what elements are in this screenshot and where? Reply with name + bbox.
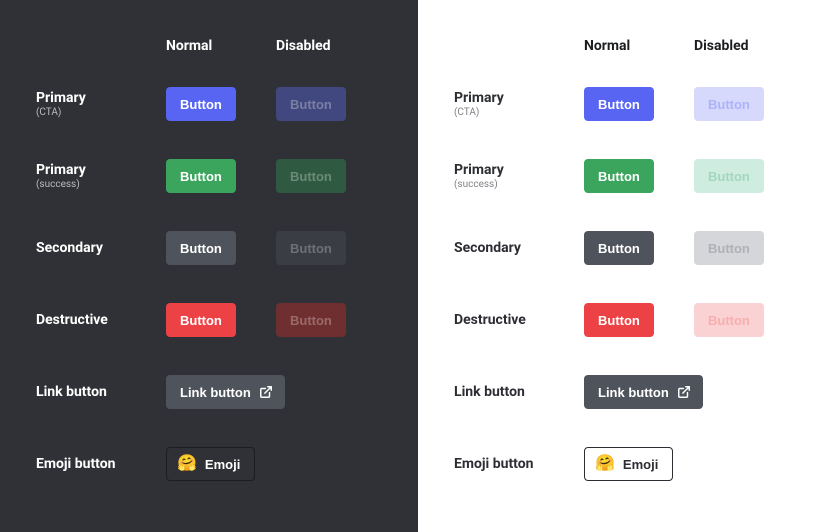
row-label: Secondary [454, 240, 584, 257]
secondary-button-disabled: Button [276, 231, 346, 265]
link-button[interactable]: Link button [584, 375, 703, 409]
row-sublabel: (success) [36, 179, 166, 190]
row-label: Primary [36, 162, 166, 179]
hug-emoji-icon: 🤗 [177, 456, 197, 472]
row-primary-success: Primary (success) Button Button [454, 140, 808, 212]
primary-cta-button-disabled: Button [694, 87, 764, 121]
row-label: Destructive [36, 312, 166, 329]
dark-theme-panel: Normal Disabled Primary (CTA) Button But… [0, 0, 418, 532]
primary-success-button[interactable]: Button [166, 159, 236, 193]
row-emoji: Emoji button 🤗 Emoji [36, 428, 390, 500]
row-link: Link button Link button [36, 356, 390, 428]
row-sublabel: (success) [454, 179, 584, 190]
emoji-button-label: Emoji [205, 457, 240, 472]
row-destructive: Destructive Button Button [36, 284, 390, 356]
row-emoji: Emoji button 🤗 Emoji [454, 428, 808, 500]
row-secondary: Secondary Button Button [454, 212, 808, 284]
hug-emoji-icon: 🤗 [595, 456, 615, 472]
emoji-button[interactable]: 🤗 Emoji [584, 447, 673, 481]
destructive-button[interactable]: Button [166, 303, 236, 337]
primary-success-button-disabled: Button [694, 159, 764, 193]
primary-success-button[interactable]: Button [584, 159, 654, 193]
link-button[interactable]: Link button [166, 375, 285, 409]
row-sublabel: (CTA) [36, 107, 166, 118]
destructive-button[interactable]: Button [584, 303, 654, 337]
col-header-normal: Normal [584, 38, 694, 54]
emoji-button[interactable]: 🤗 Emoji [166, 447, 255, 481]
external-link-icon [259, 385, 273, 399]
destructive-button-disabled: Button [694, 303, 764, 337]
row-label: Emoji button [36, 456, 166, 473]
primary-cta-button[interactable]: Button [166, 87, 236, 121]
col-header-disabled: Disabled [694, 38, 804, 54]
column-headers: Normal Disabled [454, 24, 808, 68]
external-link-icon [677, 385, 691, 399]
col-header-disabled: Disabled [276, 38, 386, 54]
col-header-normal: Normal [166, 38, 276, 54]
primary-success-button-disabled: Button [276, 159, 346, 193]
row-label: Link button [36, 384, 166, 401]
emoji-button-label: Emoji [623, 457, 658, 472]
row-label: Primary [454, 162, 584, 179]
row-link: Link button Link button [454, 356, 808, 428]
row-sublabel: (CTA) [454, 107, 584, 118]
row-label: Secondary [36, 240, 166, 257]
destructive-button-disabled: Button [276, 303, 346, 337]
secondary-button[interactable]: Button [166, 231, 236, 265]
column-headers: Normal Disabled [36, 24, 390, 68]
row-secondary: Secondary Button Button [36, 212, 390, 284]
link-button-label: Link button [180, 385, 251, 400]
primary-cta-button-disabled: Button [276, 87, 346, 121]
row-destructive: Destructive Button Button [454, 284, 808, 356]
light-theme-panel: Normal Disabled Primary (CTA) Button But… [418, 0, 836, 532]
link-button-label: Link button [598, 385, 669, 400]
row-primary-cta: Primary (CTA) Button Button [454, 68, 808, 140]
row-label: Destructive [454, 312, 584, 329]
row-primary-cta: Primary (CTA) Button Button [36, 68, 390, 140]
row-label: Link button [454, 384, 584, 401]
row-primary-success: Primary (success) Button Button [36, 140, 390, 212]
row-label: Emoji button [454, 456, 584, 473]
secondary-button-disabled: Button [694, 231, 764, 265]
primary-cta-button[interactable]: Button [584, 87, 654, 121]
row-label: Primary [454, 90, 584, 107]
row-label: Primary [36, 90, 166, 107]
secondary-button[interactable]: Button [584, 231, 654, 265]
